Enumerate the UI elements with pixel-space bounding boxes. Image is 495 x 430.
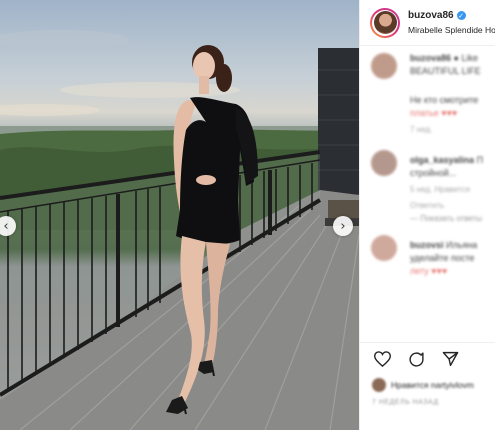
comment-text-line: BEAUTIFUL LIFE <box>410 66 481 76</box>
comment-text-line: лету ♥♥♥ <box>410 266 448 276</box>
post-photo[interactable]: ‹ › <box>0 0 359 430</box>
username-row: buzova86 ✓ <box>408 10 495 21</box>
comment-item: olga_kasyalina П стройной... 5 нед. Нрав… <box>360 148 495 210</box>
comment-text-line: стройной... <box>410 168 457 178</box>
next-photo-button[interactable]: › <box>333 216 353 236</box>
location-link[interactable]: Mirabelle Splendide Hotel <box>408 25 495 35</box>
username-link[interactable]: buzova86 <box>408 10 454 21</box>
comment-avatar[interactable] <box>371 235 397 261</box>
chevron-right-icon: › <box>340 218 346 234</box>
liked-by-row[interactable]: Нравится nartyivlovm <box>372 378 486 392</box>
comment-item: buzova86 ● Like BEAUTIFUL LIFE <box>360 46 495 88</box>
comment-button[interactable] <box>406 349 426 369</box>
comment-text-line: платье ♥♥♥ <box>410 108 458 118</box>
liked-by-text: Нравится nartyivlovm <box>391 380 474 390</box>
liked-by-avatar <box>372 378 386 392</box>
comment-avatar[interactable] <box>371 150 397 176</box>
comment-text: Не кто смотрите <box>410 95 479 105</box>
post-date: 7 НЕДЕЛЬ НАЗАД <box>372 399 439 406</box>
comment-avatar[interactable] <box>371 53 397 79</box>
balcony-scene <box>0 30 359 430</box>
comment-username[interactable]: olga_kasyalina <box>410 155 474 165</box>
comment-item: Не кто смотрите платье ♥♥♥ 7 нед. <box>360 88 495 148</box>
comment-username[interactable]: buzova86 <box>410 53 451 63</box>
comment-username[interactable]: buzovsi <box>410 240 444 250</box>
post-header: buzova86 ✓ Mirabelle Splendide Hotel <box>360 0 495 46</box>
like-button[interactable] <box>372 349 392 369</box>
action-bar: Нравится nartyivlovm 7 НЕДЕЛЬ НАЗАД <box>360 342 495 406</box>
comment-item: buzovsi Ильяна уделайте посте лету ♥♥♥ <box>360 233 495 293</box>
comment-icon <box>408 351 424 367</box>
chevron-left-icon: ‹ <box>3 218 9 234</box>
comment-text: П <box>476 155 484 165</box>
share-button[interactable] <box>440 349 460 369</box>
show-replies-link[interactable]: — Показать ответы <box>410 214 495 223</box>
comment-text: Ильяна <box>446 240 478 250</box>
comment-meta[interactable]: 5 нед. Нравится <box>410 183 495 196</box>
verified-check-icon: ✓ <box>456 11 466 20</box>
share-icon <box>442 351 458 367</box>
comment-text: ● Like <box>453 53 478 63</box>
comment-text-line: уделайте посте <box>410 253 475 263</box>
comment-meta: 7 нед. <box>410 125 433 134</box>
post-side-panel: buzova86 ✓ Mirabelle Splendide Hotel buz… <box>359 0 495 430</box>
avatar[interactable] <box>370 7 400 38</box>
reply-link[interactable]: Ответить <box>410 199 495 212</box>
heart-icon <box>373 351 391 367</box>
avatar-image <box>373 11 397 34</box>
